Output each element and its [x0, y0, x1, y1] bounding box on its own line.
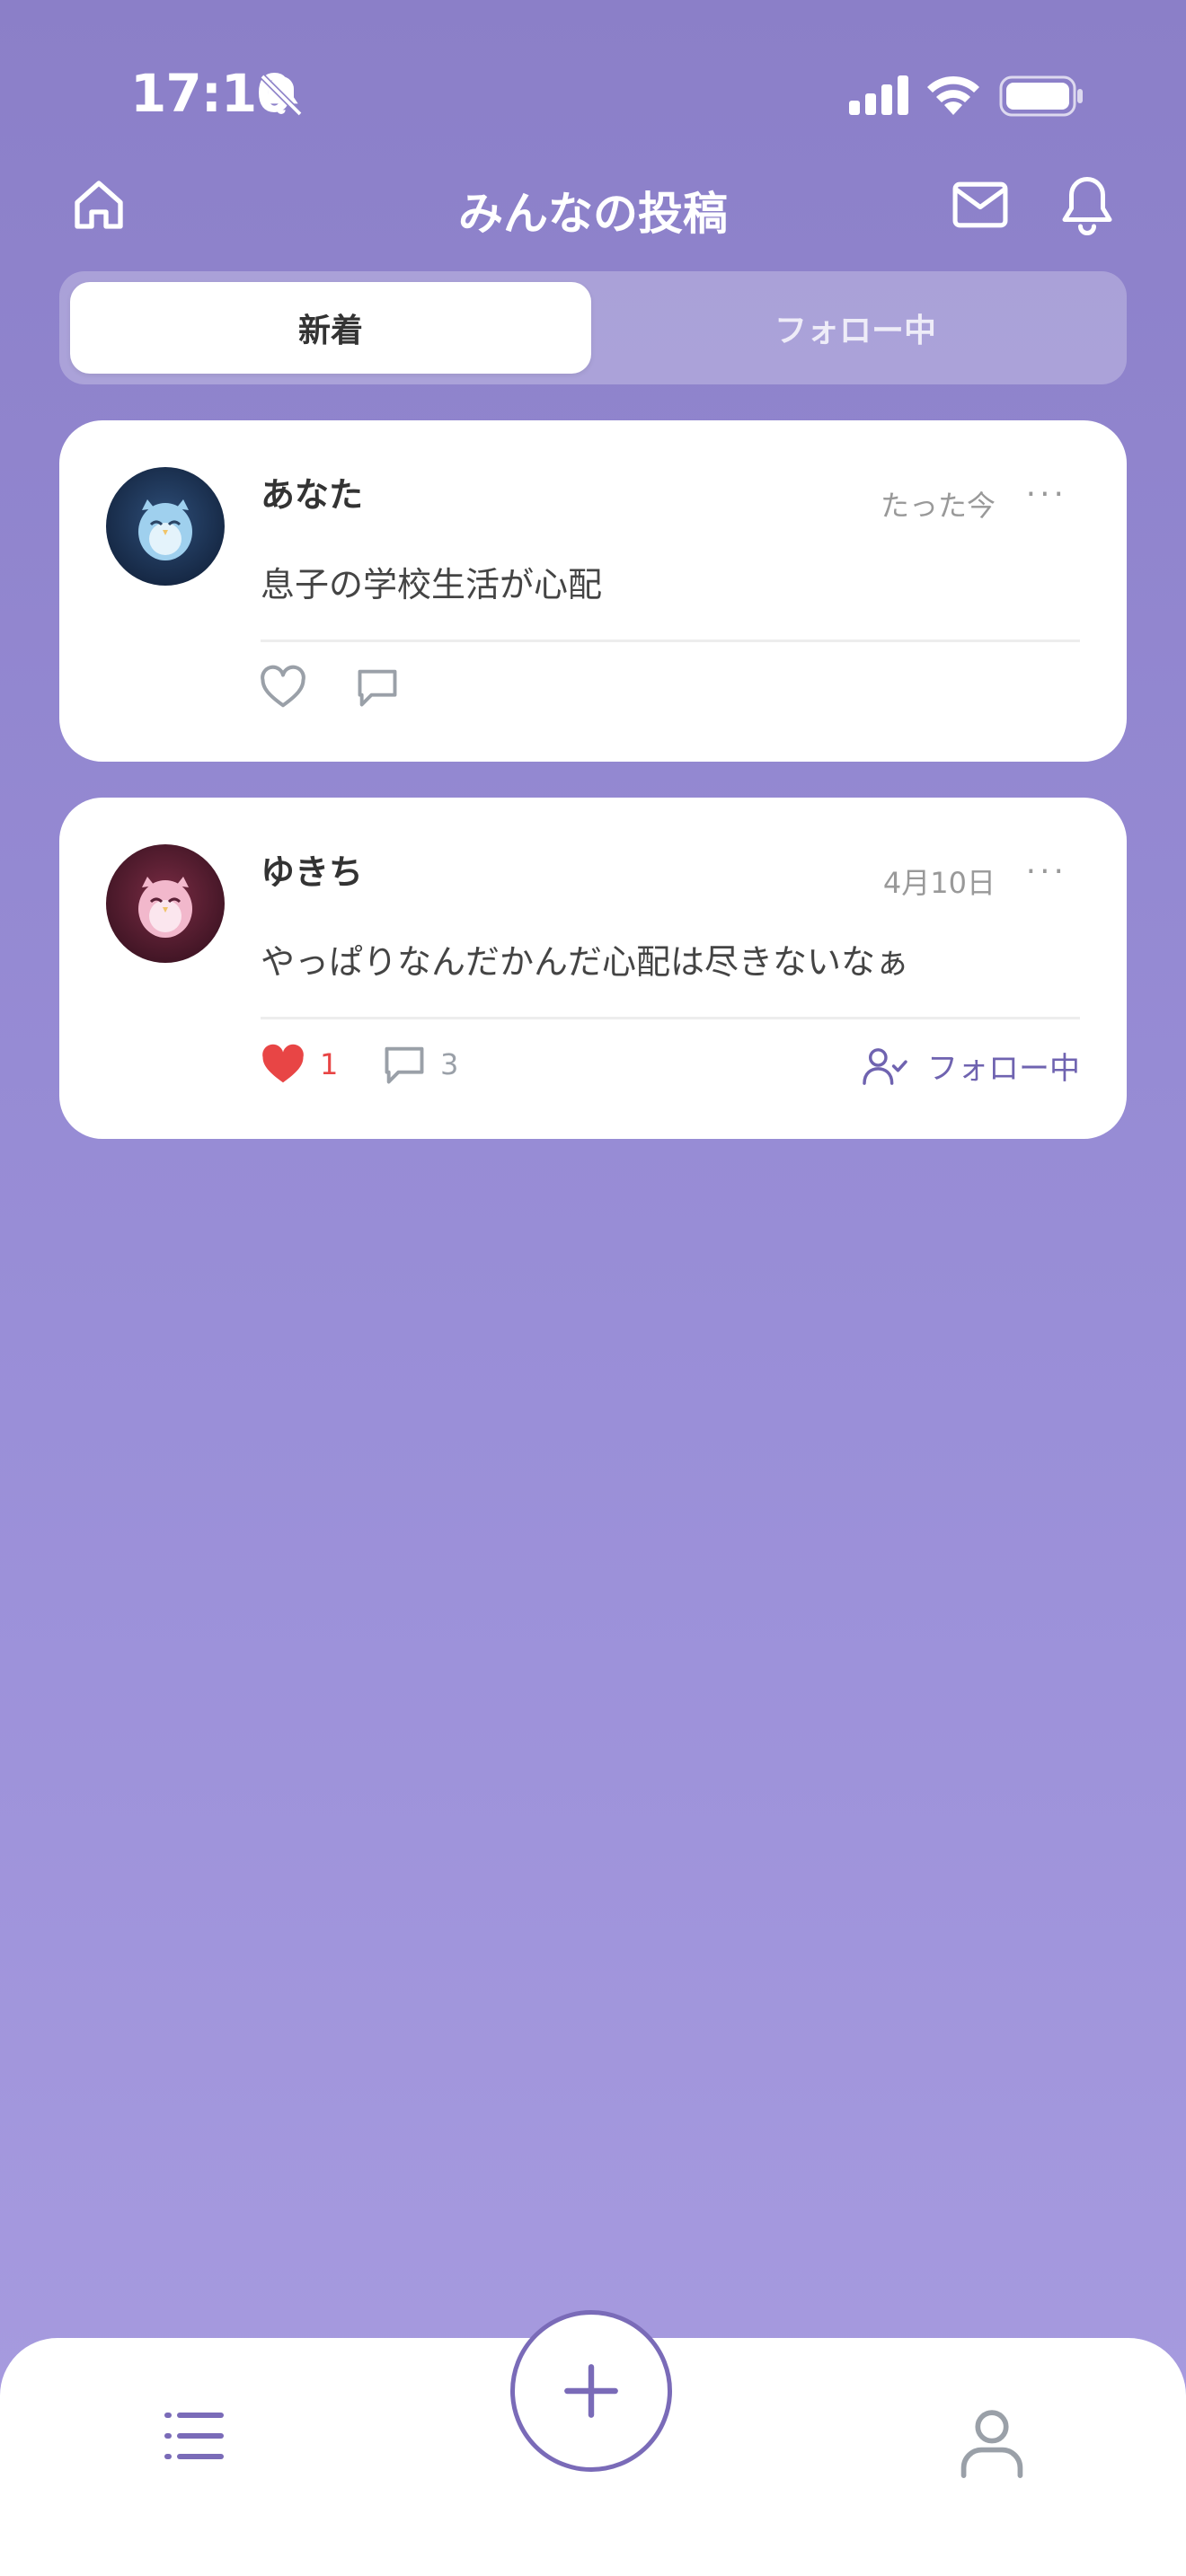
comment-button[interactable]: 3 — [381, 1042, 458, 1087]
tab-following[interactable]: フォロー中 — [595, 282, 1116, 374]
avatar[interactable] — [106, 844, 225, 963]
mail-icon[interactable] — [951, 180, 1010, 230]
blue-owl-avatar-icon — [106, 467, 225, 586]
status-bar: 17:10 — [0, 0, 1186, 180]
feed-tabs: 新着 フォロー中 — [59, 271, 1127, 384]
comment-icon — [358, 669, 397, 707]
cellular-signal-icon — [849, 75, 908, 115]
wifi-icon — [927, 75, 979, 115]
plus-icon — [564, 2364, 618, 2418]
post-text: やっぱりなんだかんだ心配は尽きないなぁ — [261, 942, 910, 982]
list-icon[interactable] — [164, 2410, 225, 2462]
post-card[interactable]: あなた たった今 ··· 息子の学校生活が心配 — [59, 420, 1127, 762]
like-count: 1 — [320, 1047, 339, 1081]
avatar[interactable] — [106, 467, 225, 586]
heart-outline-icon — [261, 665, 305, 708]
pink-owl-avatar-icon — [106, 844, 225, 963]
bell-icon[interactable] — [1060, 172, 1114, 235]
more-options-icon[interactable]: ··· — [1026, 476, 1067, 513]
post-card[interactable]: ゆきち 4月10日 ··· やっぱりなんだかんだ心配は尽きないなぁ 1 3 フォ… — [59, 798, 1127, 1139]
battery-icon — [999, 75, 1083, 117]
app-header: みんなの投稿 — [0, 162, 1186, 251]
like-button[interactable] — [259, 665, 307, 710]
heart-filled-icon — [262, 1044, 304, 1083]
post-username[interactable]: ゆきち — [261, 844, 363, 894]
post-divider — [261, 1017, 1080, 1019]
like-button[interactable]: 1 — [259, 1042, 338, 1087]
following-label: フォロー中 — [927, 1051, 1080, 1087]
tab-new[interactable]: 新着 — [70, 282, 591, 374]
post-text: 息子の学校生活が心配 — [261, 565, 603, 604]
post-timestamp: 4月10日 — [882, 866, 996, 900]
user-check-icon — [863, 1047, 907, 1085]
comment-count: 3 — [440, 1047, 459, 1081]
more-options-icon[interactable]: ··· — [1026, 853, 1067, 890]
bell-slash-icon — [260, 74, 303, 117]
new-post-button[interactable] — [510, 2310, 672, 2472]
post-divider — [261, 640, 1080, 642]
following-button[interactable]: フォロー中 — [863, 1044, 1080, 1088]
comment-button[interactable] — [354, 665, 401, 710]
comment-icon — [385, 1046, 424, 1084]
post-username[interactable]: あなた — [261, 467, 363, 516]
post-timestamp: たった今 — [880, 489, 996, 523]
user-icon[interactable] — [956, 2406, 1028, 2478]
